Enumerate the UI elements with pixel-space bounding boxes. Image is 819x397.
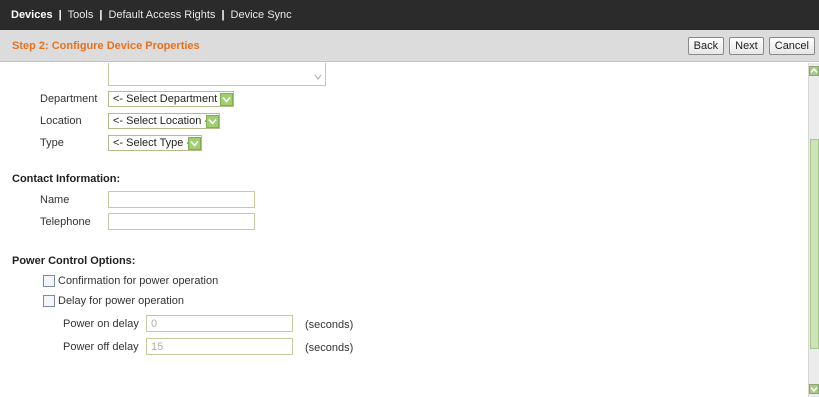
- type-select-value: <- Select Type ->: [113, 137, 197, 149]
- contact-telephone-input[interactable]: [108, 213, 255, 230]
- scrollbar-thumb[interactable]: [810, 139, 819, 349]
- back-button[interactable]: Back: [687, 37, 725, 55]
- scroll-up-icon[interactable]: [809, 66, 819, 76]
- nav-separator: |: [58, 9, 62, 21]
- confirmation-checkbox[interactable]: [43, 275, 55, 287]
- power-off-seconds-unit: (seconds): [305, 342, 354, 354]
- power-off-delay-label: Power off delay: [63, 341, 139, 353]
- contact-name-label: Name: [40, 194, 70, 206]
- power-on-delay-label: Power on delay: [63, 318, 139, 330]
- department-select-value: <- Select Department ->: [113, 93, 231, 105]
- contact-information-heading: Contact Information:: [12, 173, 121, 185]
- contact-name-input[interactable]: [108, 191, 255, 208]
- vertical-scrollbar[interactable]: [808, 63, 819, 397]
- nav-tools[interactable]: Tools: [68, 9, 94, 21]
- nav-default-access-rights[interactable]: Default Access Rights: [108, 9, 215, 21]
- chevron-down-icon[interactable]: [188, 137, 201, 150]
- delay-checkbox-label: Delay for power operation: [58, 295, 184, 307]
- nav-devices[interactable]: Devices: [11, 9, 53, 21]
- contact-telephone-label: Telephone: [40, 216, 91, 228]
- step-header: Step 2: Configure Device Properties Back…: [0, 30, 819, 62]
- scroll-down-icon[interactable]: [809, 384, 819, 394]
- power-control-heading: Power Control Options:: [12, 255, 136, 267]
- type-label: Type: [40, 137, 64, 149]
- confirmation-checkbox-label: Confirmation for power operation: [58, 275, 219, 287]
- nav-separator: |: [99, 9, 103, 21]
- next-button[interactable]: Next: [729, 37, 764, 55]
- location-label: Location: [40, 115, 82, 127]
- chevron-down-icon[interactable]: [220, 93, 233, 106]
- power-on-seconds-unit: (seconds): [305, 319, 354, 331]
- wizard-buttons: Back Next Cancel: [687, 37, 815, 55]
- form-content: Department <- Select Department -> Locat…: [0, 63, 808, 397]
- description-textarea[interactable]: [108, 63, 326, 86]
- department-label: Department: [40, 93, 98, 105]
- type-select[interactable]: <- Select Type ->: [108, 135, 202, 151]
- top-navigation: Devices | Tools | Default Access Rights …: [0, 0, 819, 30]
- cancel-button[interactable]: Cancel: [768, 37, 815, 55]
- textarea-scroll-down-icon[interactable]: [313, 72, 323, 82]
- nav-device-sync[interactable]: Device Sync: [231, 9, 292, 21]
- power-off-delay-input[interactable]: [146, 338, 293, 355]
- power-on-delay-input[interactable]: [146, 315, 293, 332]
- department-select[interactable]: <- Select Department ->: [108, 91, 234, 107]
- chevron-down-icon[interactable]: [206, 115, 219, 128]
- delay-checkbox[interactable]: [43, 295, 55, 307]
- location-select-value: <- Select Location ->: [113, 115, 215, 127]
- nav-separator: |: [221, 9, 225, 21]
- step-title: Step 2: Configure Device Properties: [12, 39, 200, 52]
- location-select[interactable]: <- Select Location ->: [108, 113, 220, 129]
